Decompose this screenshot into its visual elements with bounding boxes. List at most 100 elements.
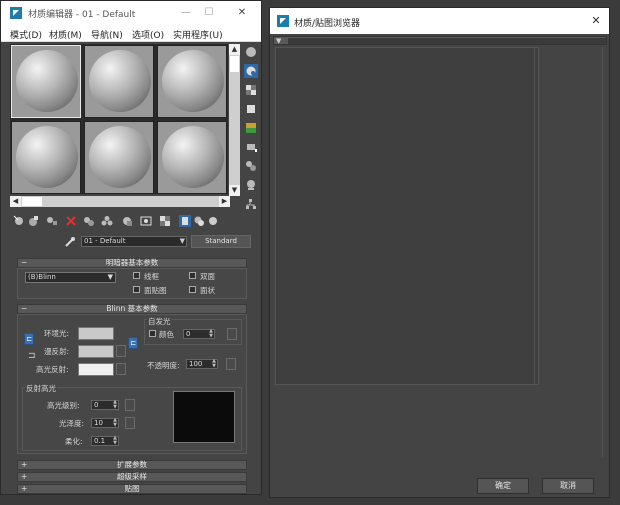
sample-slot-1[interactable]	[11, 45, 81, 118]
sample-slot-6[interactable]	[157, 121, 227, 194]
face-map-checkbox[interactable]	[133, 286, 140, 293]
menu-navigation[interactable]: 导航(N)	[91, 28, 123, 41]
sample-slot-2[interactable]	[84, 45, 154, 118]
two-sided-label: 双面	[200, 272, 215, 281]
glossiness-spinner[interactable]: 10 ▲ ▼	[91, 418, 119, 428]
diffuse-color-swatch[interactable]	[78, 345, 114, 358]
expand-icon: +	[21, 460, 28, 469]
reset-map-icon[interactable]	[65, 215, 77, 227]
faceted-label: 面状	[200, 286, 215, 295]
backlight-icon[interactable]	[244, 64, 258, 78]
rollout-extended[interactable]: + 扩展参数	[17, 460, 247, 470]
ok-button[interactable]: 确定	[477, 478, 529, 494]
two-sided-checkbox[interactable]	[189, 272, 196, 279]
specular-map-button[interactable]	[116, 363, 126, 375]
specular-level-spinner[interactable]: 0 ▲ ▼	[91, 400, 119, 410]
scroll-thumb[interactable]	[230, 56, 239, 72]
opacity-spinner[interactable]: 100 ▲ ▼	[186, 359, 218, 369]
material-name-value: 01 - Default	[84, 237, 126, 245]
specular-level-label: 高光级别:	[47, 401, 80, 410]
panel-edge	[602, 47, 603, 457]
maximize-button[interactable]: ☐	[199, 5, 219, 21]
show-shaded-map-icon[interactable]	[140, 215, 152, 227]
ambient-label: 环境光:	[44, 329, 70, 338]
material-name-field[interactable]: 01 - Default ▼	[81, 236, 187, 247]
shader-dropdown[interactable]: (B)Blinn ▼	[25, 272, 116, 283]
cancel-button[interactable]: 取消	[542, 478, 594, 494]
options-menu-icon[interactable]: ▼	[276, 37, 281, 45]
ambient-color-swatch[interactable]	[78, 327, 114, 340]
scroll-thumb[interactable]	[22, 197, 42, 206]
show-end-result-icon[interactable]	[159, 215, 171, 227]
menu-utilities[interactable]: 实用程序(U)	[173, 28, 223, 41]
diffuse-label: 漫反射:	[44, 347, 70, 356]
minimize-button[interactable]: —	[176, 5, 196, 21]
material-id-channel-icon[interactable]	[121, 215, 133, 227]
opacity-label: 不透明度:	[147, 361, 180, 370]
sample-slot-4[interactable]	[11, 121, 81, 194]
specular-level-map-button[interactable]	[125, 399, 135, 411]
scroll-down-icon[interactable]: ▼	[229, 185, 240, 196]
sample-slot-3[interactable]	[157, 45, 227, 118]
horizontal-scrollbar[interactable]: ◀ ▶	[10, 196, 230, 207]
menu-options[interactable]: 选项(O)	[132, 28, 164, 41]
vertical-scrollbar[interactable]: ▲ ▼	[229, 44, 240, 196]
select-by-material-icon[interactable]	[244, 178, 258, 192]
material-map-navigator-icon[interactable]	[244, 197, 258, 211]
lock-diffuse-specular-button[interactable]: ⊏	[128, 337, 138, 349]
browser-list[interactable]	[275, 47, 539, 385]
glossiness-map-button[interactable]	[125, 417, 135, 429]
rollout-shader-basic[interactable]: − 明暗器基本参数	[17, 258, 247, 268]
go-to-parent-icon[interactable]	[179, 215, 191, 227]
scroll-right-icon[interactable]: ▶	[219, 196, 230, 207]
eyedropper-icon[interactable]	[64, 236, 76, 248]
material-editor-window: 材质编辑器 - 01 - Default — ☐ ✕ 模式(D) 材质(M) 导…	[0, 0, 262, 495]
background-checker-icon[interactable]	[244, 83, 258, 97]
put-to-library-icon[interactable]	[101, 215, 113, 227]
rollout-title: 贴图	[124, 484, 140, 493]
collapse-icon: −	[21, 304, 28, 313]
make-preview-icon[interactable]	[244, 140, 258, 154]
self-illum-color-checkbox[interactable]	[149, 330, 156, 337]
diffuse-map-button[interactable]	[116, 345, 126, 357]
scroll-up-icon[interactable]: ▲	[229, 44, 240, 55]
menu-material[interactable]: 材质(M)	[49, 28, 82, 41]
background-in-preview-icon[interactable]	[207, 215, 219, 227]
sample-slot-5[interactable]	[84, 121, 154, 194]
soften-spinner[interactable]: 0.1 ▲ ▼	[91, 436, 119, 446]
rollout-blinn-basic[interactable]: − Blinn 基本参数	[17, 304, 247, 314]
rollout-maps[interactable]: + 贴图	[17, 484, 247, 494]
video-color-check-icon[interactable]	[244, 121, 258, 135]
go-forward-sibling-icon[interactable]	[193, 215, 205, 227]
assign-to-selection-icon[interactable]	[46, 215, 58, 227]
lock-ambient-diffuse-button[interactable]: ⊏	[24, 333, 34, 345]
rollout-supersampling[interactable]: + 超级采样	[17, 472, 247, 482]
make-unique-icon[interactable]	[83, 215, 95, 227]
specular-color-swatch[interactable]	[78, 363, 114, 376]
close-button[interactable]: ✕	[232, 5, 252, 21]
specular-label: 高光反射:	[36, 365, 69, 374]
sample-type-icon[interactable]	[244, 45, 258, 59]
self-illum-spinner[interactable]: 0 ▲ ▼	[183, 329, 215, 339]
highlight-curve-preview	[173, 391, 235, 443]
put-to-scene-icon[interactable]	[27, 215, 39, 227]
list-divider	[534, 48, 535, 384]
opacity-map-button[interactable]	[226, 358, 236, 370]
scroll-left-icon[interactable]: ◀	[10, 196, 21, 207]
self-illum-map-button[interactable]	[227, 328, 237, 340]
sample-sphere	[16, 126, 78, 188]
sample-sphere	[162, 126, 224, 188]
wire-checkbox[interactable]	[133, 272, 140, 279]
shader-value: (B)Blinn	[28, 273, 56, 281]
search-input[interactable]	[288, 38, 606, 44]
get-material-icon[interactable]	[13, 215, 25, 227]
sample-uv-tiling-icon[interactable]	[244, 102, 258, 116]
menu-mode[interactable]: 模式(D)	[10, 28, 42, 41]
material-options-icon[interactable]	[244, 159, 258, 173]
material-type-button[interactable]: Standard	[191, 235, 251, 248]
sample-sphere	[89, 50, 151, 112]
faceted-checkbox[interactable]	[189, 286, 196, 293]
close-button[interactable]: ✕	[586, 13, 606, 29]
wire-label: 线框	[144, 272, 159, 281]
material-map-browser-window: 材质/贴图浏览器 ✕ ▼ 确定 取消	[269, 7, 610, 498]
